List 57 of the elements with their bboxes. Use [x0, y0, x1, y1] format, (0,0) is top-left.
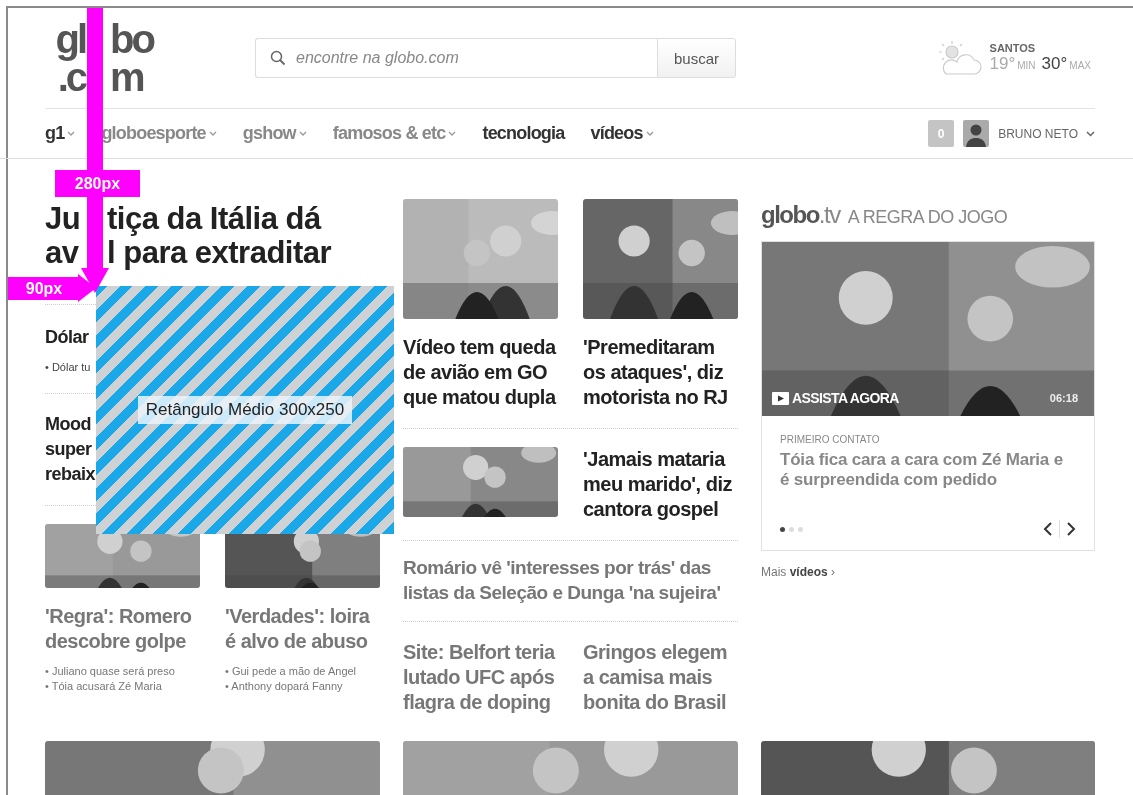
nav-link[interactable]: tecnologia: [482, 123, 565, 144]
chevron-down-icon: [208, 130, 217, 137]
story-headline[interactable]: 'Regra': Romero descobre golpe: [45, 604, 200, 654]
story-headline[interactable]: Vídeo tem queda de avião em GO que matou dupla: [403, 335, 558, 410]
chevron-down-icon: [1086, 130, 1095, 137]
pager-dot[interactable]: [798, 526, 803, 532]
max-label: MAX: [1069, 60, 1091, 71]
bullet-link[interactable]: • Juliano quase será preso: [45, 664, 175, 679]
chevron-down-icon: [67, 130, 76, 137]
user-menu[interactable]: BRUNO NETO: [998, 126, 1095, 141]
ad-label: Retângulo Médio 300x250: [137, 396, 353, 424]
chevron-down-icon: [645, 130, 654, 137]
story-headline[interactable]: Romário vê 'interesses por trás' das listas da Seleção e Dunga 'na sujeira': [403, 555, 738, 605]
headline-fragment[interactable]: tiça da Itália dá: [107, 202, 321, 236]
dimension-label: 280px: [55, 170, 140, 197]
pager-dot[interactable]: [789, 526, 794, 532]
city-name: SANTOS: [989, 42, 1037, 54]
search-icon: [270, 50, 286, 66]
bullet-link[interactable]: • Tóia acusará Zé Maria: [45, 679, 162, 694]
bullet-link[interactable]: • Dólar tu: [45, 360, 91, 375]
logo-text[interactable]: m: [110, 58, 143, 96]
pager-dot[interactable]: [780, 526, 785, 532]
story-headline[interactable]: 'Jamais mataria meu marido', diz cantora gospel: [583, 447, 738, 522]
min-temperature: 19°: [989, 54, 1016, 74]
search-button[interactable]: buscar: [657, 38, 736, 78]
logo-text[interactable]: bo: [110, 20, 153, 58]
watch-now-link[interactable]: ASSISTA AGORA: [772, 390, 899, 406]
nav-link[interactable]: gshow: [242, 123, 307, 144]
next-button[interactable]: [1066, 522, 1076, 536]
nav-link[interactable]: g1: [45, 123, 76, 144]
headline-fragment[interactable]: l para extraditar: [107, 236, 332, 270]
video-duration: 06:18: [1049, 392, 1078, 404]
kicker: PRIMEIRO CONTATO: [780, 434, 881, 445]
chevron-down-icon: [448, 130, 457, 137]
story-headline[interactable]: 'Premeditaram os ataques', diz motorista no RJ: [583, 335, 738, 410]
search-field[interactable]: encontre na globo.com: [255, 38, 657, 78]
previous-button[interactable]: [1043, 522, 1053, 536]
story-headline[interactable]: Site: Belfort teria lutado UFC após flagra de doping: [403, 640, 558, 715]
video-headline[interactable]: Tóia fica cara a cara com Zé Maria e é surpreendida com pedido: [780, 450, 1076, 490]
nav-link[interactable]: famosos & etc: [332, 123, 457, 144]
story-headline[interactable]: Gringos elegem a camisa mais bonita do Brasil: [583, 640, 738, 715]
headline-fragment[interactable]: Ju: [45, 202, 81, 236]
avatar-icon: [963, 120, 990, 147]
program-title: A REGRA DO JOGO: [847, 207, 1008, 228]
max-temperature: 30°: [1041, 54, 1068, 74]
more-videos-link[interactable]: Mais vídeos ›: [761, 565, 1095, 579]
bullet-link[interactable]: • Anthony dopará Fanny: [225, 679, 343, 694]
globotv-logo[interactable]: globo.tv: [761, 201, 840, 229]
story-headline[interactable]: Mood super rebaix: [45, 412, 96, 487]
headline-fragment[interactable]: av: [45, 236, 79, 270]
story-headline[interactable]: Dólar: [45, 325, 89, 350]
nav-link[interactable]: vídeos: [590, 123, 654, 144]
story-headline[interactable]: 'Verdades': loira é alvo de abuso: [225, 604, 380, 654]
nav-link[interactable]: globoesporte: [101, 123, 217, 144]
chevron-down-icon: [298, 130, 307, 137]
min-label: MIN: [1017, 60, 1036, 71]
bullet-link[interactable]: • Gui pede a mão de Angel: [225, 664, 357, 679]
